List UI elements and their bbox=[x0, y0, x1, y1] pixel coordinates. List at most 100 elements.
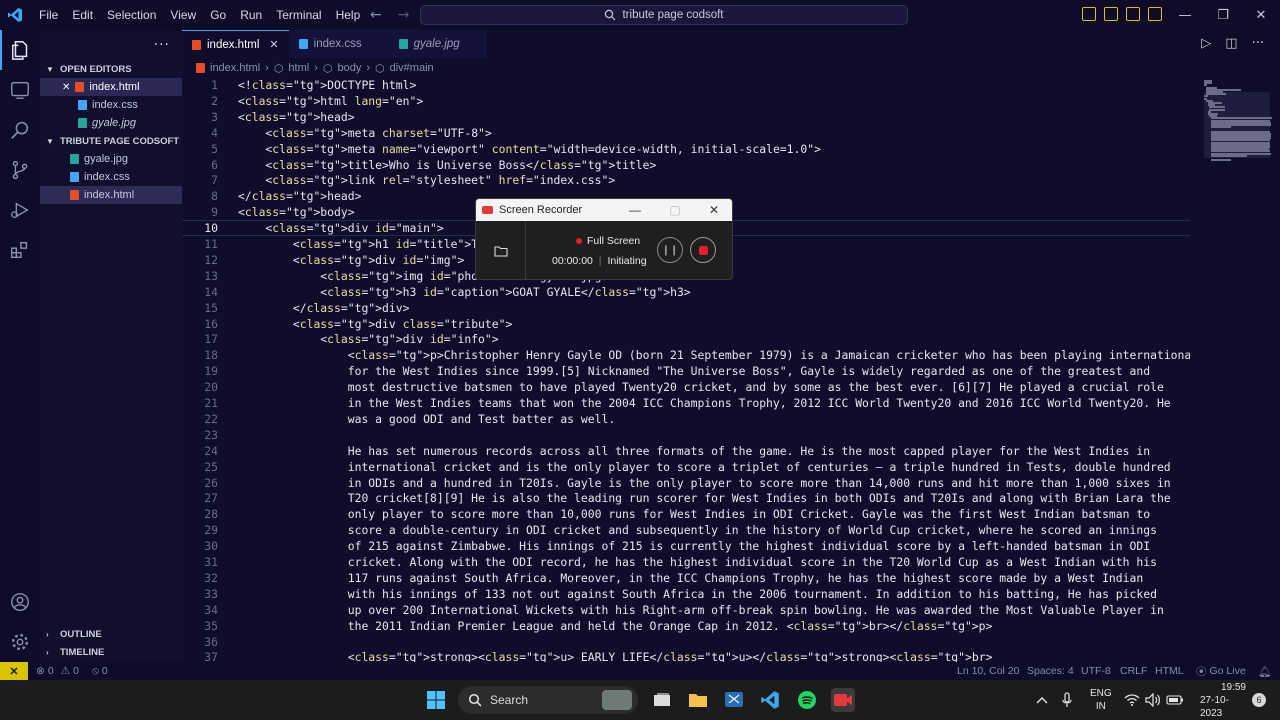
start-windows-icon[interactable] bbox=[424, 688, 448, 712]
wifi-icon[interactable] bbox=[1124, 680, 1140, 720]
code-line[interactable]: 24 He has set numerous records across al… bbox=[182, 443, 1190, 459]
language-mode[interactable]: HTML bbox=[1155, 662, 1184, 680]
breadcrumb-body[interactable]: body bbox=[337, 62, 361, 74]
file-gyale-jpg[interactable]: gyale.jpg bbox=[40, 150, 182, 168]
end-of-line[interactable]: CRLF bbox=[1120, 662, 1147, 680]
show-hidden-icons[interactable] bbox=[1036, 680, 1048, 720]
tab-index-html[interactable]: index.html ✕ bbox=[182, 30, 289, 58]
recorder-minimize-button[interactable]: — bbox=[616, 199, 654, 221]
indentation[interactable]: Spaces: 4 bbox=[1027, 662, 1074, 680]
settings-gear-icon[interactable] bbox=[0, 622, 40, 662]
clock[interactable]: 19:59 27-10-2023 bbox=[1200, 680, 1246, 720]
tab-index-css[interactable]: index.css bbox=[288, 30, 389, 58]
more-actions-icon[interactable]: ··· bbox=[154, 37, 170, 53]
file-index-css[interactable]: index.css bbox=[40, 168, 182, 186]
account-icon[interactable] bbox=[0, 582, 40, 622]
encoding[interactable]: UTF-8 bbox=[1081, 662, 1111, 680]
close-icon[interactable]: ✕ bbox=[62, 82, 70, 93]
code-line[interactable]: 5 <class="tg">meta name="viewport" conte… bbox=[182, 141, 1190, 157]
taskbar-search[interactable]: Search bbox=[458, 686, 638, 714]
explorer-icon[interactable] bbox=[0, 30, 40, 70]
recorder-close-button[interactable]: ✕ bbox=[695, 199, 732, 221]
code-line[interactable]: 28 only player to score more than 10,000… bbox=[182, 506, 1190, 522]
snipping-tool-icon[interactable] bbox=[722, 688, 746, 712]
code-line[interactable]: 20 most destructive batsmen to have play… bbox=[182, 379, 1190, 395]
open-editor-index-css[interactable]: index.css bbox=[40, 96, 182, 114]
task-view-icon[interactable] bbox=[650, 688, 674, 712]
project-folder-header[interactable]: ▼ TRIBUTE PAGE CODSOFT bbox=[40, 132, 182, 150]
customize-layout-icon[interactable] bbox=[1148, 7, 1162, 21]
tab-gyale-jpg[interactable]: gyale.jpg bbox=[388, 30, 487, 58]
source-control-icon[interactable] bbox=[0, 150, 40, 190]
code-line[interactable]: 36 bbox=[182, 634, 1190, 650]
go-live-button[interactable]: ⦿ Go Live bbox=[1196, 662, 1246, 680]
notification-badge[interactable]: 6 bbox=[1252, 680, 1266, 720]
toggle-secondary-sidebar-icon[interactable] bbox=[1126, 7, 1140, 21]
menu-run[interactable]: Run bbox=[233, 0, 269, 30]
close-icon[interactable]: ✕ bbox=[269, 38, 278, 51]
menu-go[interactable]: Go bbox=[203, 0, 233, 30]
window-close-button[interactable]: ✕ bbox=[1242, 0, 1280, 30]
code-line[interactable]: 2 <class="tg">html lang="en"> bbox=[182, 93, 1190, 109]
forward-arrow-icon[interactable]: → bbox=[398, 7, 410, 23]
code-line[interactable]: 19 for the West Indies since 1999.[5] Ni… bbox=[182, 363, 1190, 379]
code-line[interactable]: 37 <class="tg">strong><class="tg">u> EAR… bbox=[182, 649, 1190, 662]
split-editor-icon[interactable]: ◫ bbox=[1225, 36, 1237, 51]
toggle-primary-sidebar-icon[interactable] bbox=[1082, 7, 1096, 21]
code-line[interactable]: 26 in ODIs and a hundred in T20Is. Gayle… bbox=[182, 475, 1190, 491]
code-line[interactable]: 30 of 215 against Zimbabwe. His innings … bbox=[182, 538, 1190, 554]
menu-view[interactable]: View bbox=[163, 0, 203, 30]
ports-indicator[interactable]: ⦸ 0 bbox=[92, 662, 108, 680]
more-actions-icon[interactable]: ··· bbox=[1252, 36, 1264, 51]
window-minimize-button[interactable]: — bbox=[1166, 0, 1204, 30]
problems-indicator[interactable]: ⊗ 0 ⚠ 0 bbox=[36, 662, 79, 680]
code-line[interactable]: 34 up over 200 International Wickets wit… bbox=[182, 602, 1190, 618]
volume-icon[interactable] bbox=[1145, 680, 1161, 720]
folder-icon[interactable] bbox=[476, 221, 526, 279]
menu-file[interactable]: File bbox=[32, 0, 65, 30]
code-line[interactable]: 15 </class="tg">div> bbox=[182, 300, 1190, 316]
code-line[interactable]: 21 in the West Indies teams that won the… bbox=[182, 395, 1190, 411]
timeline-section[interactable]: › TIMELINE bbox=[40, 643, 182, 661]
menu-selection[interactable]: Selection bbox=[100, 0, 163, 30]
code-editor[interactable]: 1 <!class="tg">DOCTYPE html> 2 <class="tg">… bbox=[182, 76, 1190, 662]
code-line[interactable]: 32 117 runs against South Africa. Moreov… bbox=[182, 570, 1190, 586]
vscode-taskbar-icon[interactable] bbox=[758, 688, 782, 712]
open-editors-header[interactable]: ▼ OPEN EDITORS bbox=[40, 60, 182, 78]
open-editor-gyale-jpg[interactable]: gyale.jpg bbox=[40, 114, 182, 132]
breadcrumb-html[interactable]: html bbox=[288, 62, 309, 74]
screen-recorder-taskbar-icon[interactable] bbox=[831, 688, 855, 712]
extensions-icon[interactable] bbox=[0, 230, 40, 270]
cursor-position[interactable]: Ln 10, Col 20 bbox=[957, 662, 1019, 680]
run-icon[interactable]: ▷ bbox=[1201, 36, 1211, 51]
recording-mode[interactable]: Full Screen bbox=[576, 235, 640, 247]
stop-button[interactable] bbox=[690, 237, 716, 263]
outline-section[interactable]: › OUTLINE bbox=[40, 625, 182, 643]
code-line[interactable]: 29 score a double-century in ODI cricket… bbox=[182, 522, 1190, 538]
notifications-bell-icon[interactable]: 🔔︎ bbox=[1258, 662, 1271, 680]
open-editor-index-html[interactable]: ✕ index.html bbox=[40, 78, 182, 96]
breadcrumb-file[interactable]: index.html bbox=[210, 62, 260, 74]
menu-terminal[interactable]: Terminal bbox=[269, 0, 328, 30]
code-line[interactable]: 4 <class="tg">meta charset="UTF-8"> bbox=[182, 125, 1190, 141]
code-line[interactable]: 25 international cricket and is the only… bbox=[182, 459, 1190, 475]
code-line[interactable]: 7 <class="tg">link rel="stylesheet" href… bbox=[182, 172, 1190, 188]
command-center[interactable]: tribute page codsoft bbox=[420, 5, 908, 25]
code-line[interactable]: 14 <class="tg">h3 id="caption">GOAT GYAL… bbox=[182, 284, 1190, 300]
menu-help[interactable]: Help bbox=[329, 0, 368, 30]
spotify-icon[interactable] bbox=[795, 688, 819, 712]
code-line[interactable]: 18 <class="tg">p>Christopher Henry Gayle… bbox=[182, 347, 1190, 363]
search-view-icon[interactable] bbox=[0, 70, 40, 110]
back-arrow-icon[interactable]: ← bbox=[370, 7, 382, 23]
code-line[interactable]: 16 <class="tg">div class="tribute"> bbox=[182, 316, 1190, 332]
window-maximize-button[interactable]: ❐ bbox=[1204, 0, 1242, 30]
code-line[interactable]: 22 was a good ODI and Test batter as wel… bbox=[182, 411, 1190, 427]
input-language[interactable]: ENG IN bbox=[1090, 680, 1112, 720]
code-line[interactable]: 1 <!class="tg">DOCTYPE html> bbox=[182, 77, 1190, 93]
pause-button[interactable]: ❙❙ bbox=[657, 237, 683, 263]
code-line[interactable]: 27 T20 cricket[8][9] He is also the lead… bbox=[182, 490, 1190, 506]
battery-icon[interactable] bbox=[1166, 680, 1184, 720]
breadcrumb-div-main[interactable]: div#main bbox=[390, 62, 434, 74]
microphone-icon[interactable] bbox=[1062, 680, 1072, 720]
menu-edit[interactable]: Edit bbox=[65, 0, 100, 30]
